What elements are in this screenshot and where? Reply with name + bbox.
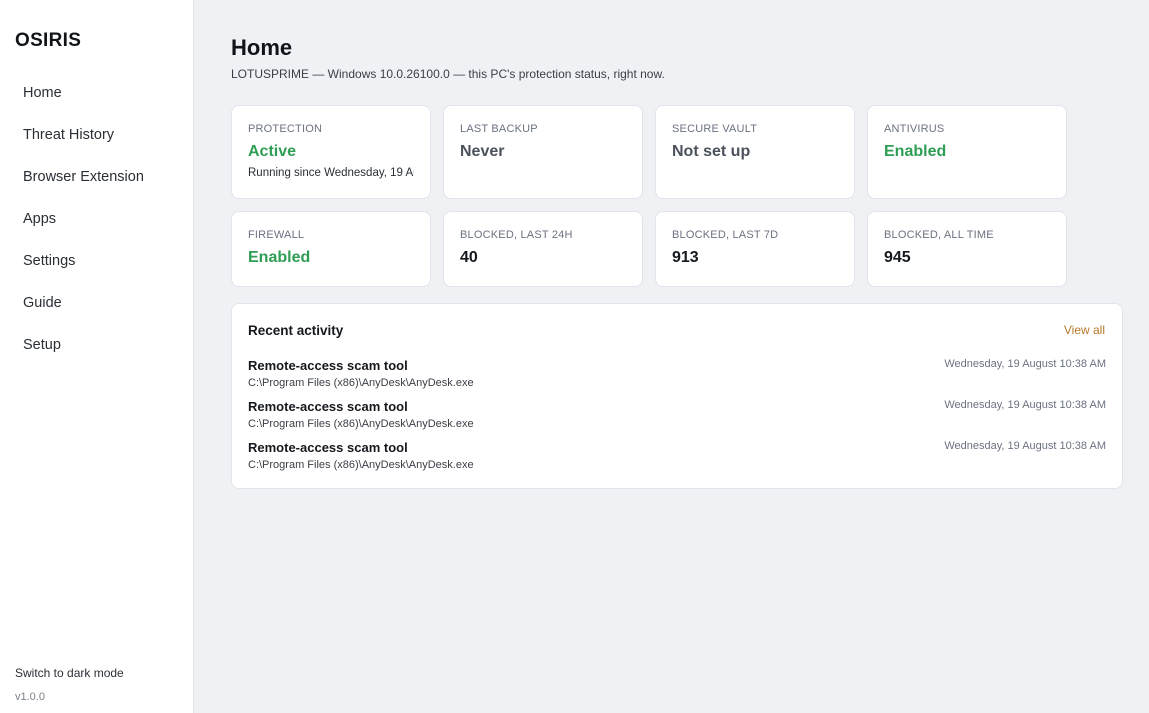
card-value: Active (248, 143, 297, 160)
sidebar-item-browser-extension[interactable]: Browser Extension (8, 164, 186, 206)
sidebar-item-guide[interactable]: Guide (8, 290, 186, 332)
page-subtitle: LOTUSPRIME — Windows 10.0.26100.0 — this… (231, 67, 665, 81)
antivirus-card: ANTIVIRUS Enabled (867, 105, 1067, 199)
card-label: ANTIVIRUS (884, 123, 945, 135)
card-label: PROTECTION (248, 123, 323, 135)
card-value: Enabled (884, 143, 947, 160)
sidebar-item-settings[interactable]: Settings (8, 248, 186, 290)
activity-item[interactable]: Remote-access scam tool C:\Program Files… (248, 399, 1106, 437)
blocked-24h-card: BLOCKED, LAST 24H 40 (443, 211, 643, 287)
page-title: Home (231, 35, 293, 60)
dark-mode-toggle[interactable]: Switch to dark mode (15, 666, 124, 680)
card-label: BLOCKED, LAST 7D (672, 229, 779, 241)
card-label: BLOCKED, ALL TIME (884, 229, 994, 241)
sidebar-item-apps[interactable]: Apps (8, 206, 186, 248)
activity-time: Wednesday, 19 August 10:38 AM (944, 440, 1106, 452)
card-value: Never (460, 143, 505, 160)
card-value: Not set up (672, 143, 751, 160)
sidebar-nav: Home Threat History Browser Extension Ap… (8, 80, 186, 374)
sidebar-item-home[interactable]: Home (8, 80, 186, 122)
card-value: 40 (460, 249, 478, 266)
card-value: 913 (672, 249, 699, 266)
activity-time: Wednesday, 19 August 10:38 AM (944, 358, 1106, 370)
view-all-link[interactable]: View all (1064, 323, 1105, 337)
blocked-all-time-card: BLOCKED, ALL TIME 945 (867, 211, 1067, 287)
recent-activity-panel: Recent activity View all Remote-access s… (231, 303, 1123, 489)
card-subtext: Running since Wednesday, 19 August (248, 167, 414, 179)
activity-path: C:\Program Files (x86)\AnyDesk\AnyDesk.e… (248, 377, 474, 389)
activity-time: Wednesday, 19 August 10:38 AM (944, 399, 1106, 411)
sidebar: OSIRIS Home Threat History Browser Exten… (0, 0, 194, 713)
last-backup-card: LAST BACKUP Never (443, 105, 643, 199)
firewall-card: FIREWALL Enabled (231, 211, 431, 287)
activity-path: C:\Program Files (x86)\AnyDesk\AnyDesk.e… (248, 418, 474, 430)
card-label: SECURE VAULT (672, 123, 758, 135)
card-value: 945 (884, 249, 911, 266)
blocked-7d-card: BLOCKED, LAST 7D 913 (655, 211, 855, 287)
sidebar-item-setup[interactable]: Setup (8, 332, 186, 374)
protection-card: PROTECTION Active Running since Wednesda… (231, 105, 431, 199)
card-label: LAST BACKUP (460, 123, 538, 135)
secure-vault-card: SECURE VAULT Not set up (655, 105, 855, 199)
recent-activity-title: Recent activity (248, 323, 344, 338)
card-label: FIREWALL (248, 229, 305, 241)
card-value: Enabled (248, 249, 311, 266)
activity-path: C:\Program Files (x86)\AnyDesk\AnyDesk.e… (248, 459, 474, 471)
activity-item[interactable]: Remote-access scam tool C:\Program Files… (248, 358, 1106, 396)
sidebar-item-threat-history[interactable]: Threat History (8, 122, 186, 164)
app-brand: OSIRIS (15, 30, 82, 51)
app-version: v1.0.0 (15, 691, 45, 703)
activity-item[interactable]: Remote-access scam tool C:\Program Files… (248, 440, 1106, 478)
card-label: BLOCKED, LAST 24H (460, 229, 573, 241)
